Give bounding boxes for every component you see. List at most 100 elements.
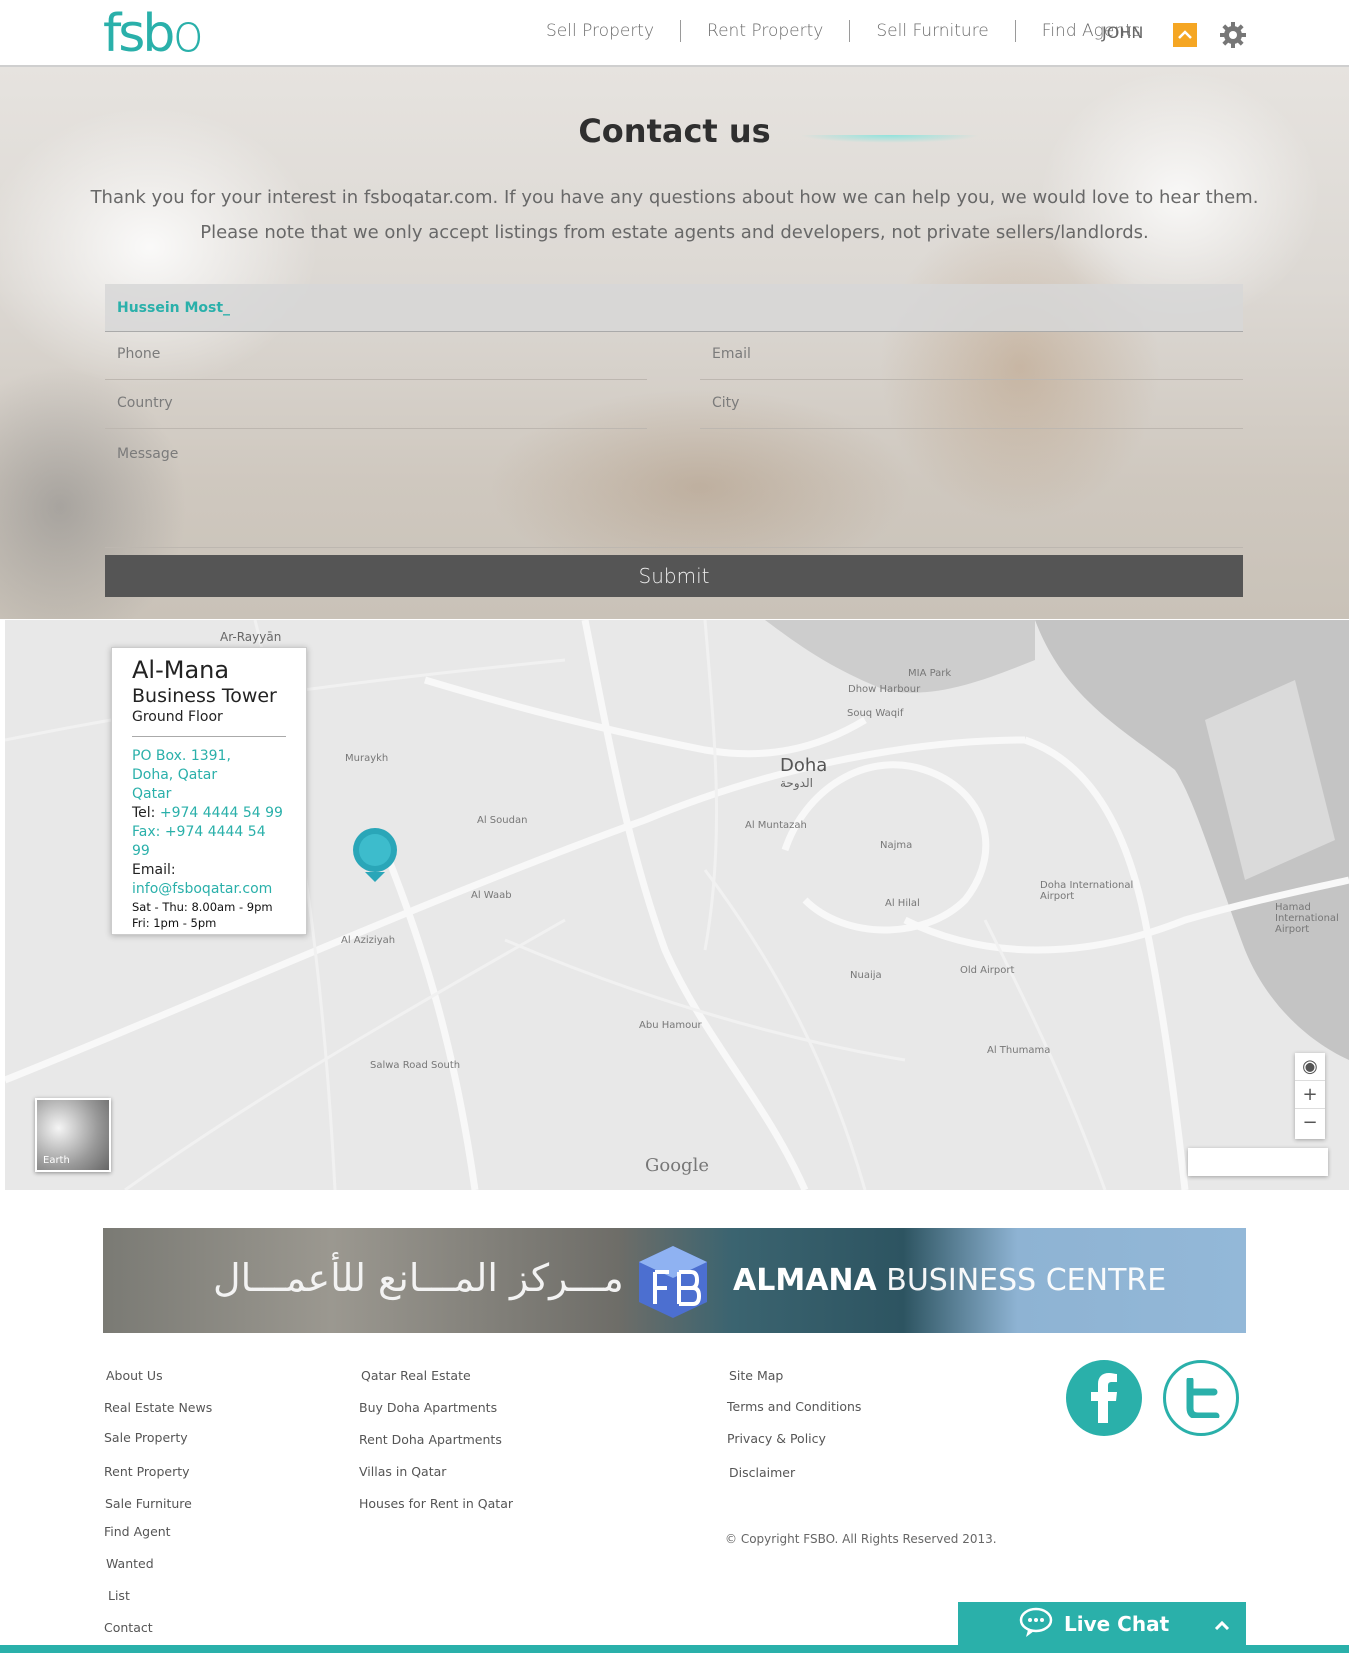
banner-en-light: BUSINESS — [876, 1263, 1046, 1298]
office-address-1: PO Box. 1391, — [132, 748, 231, 764]
fax-label: Fax: — [132, 824, 161, 840]
site-logo[interactable]: fsbo — [103, 4, 204, 64]
footer-link-real-estate-news[interactable]: Real Estate News — [104, 1400, 212, 1415]
office-tel[interactable]: +974 4444 54 99 — [160, 805, 283, 821]
intro-line-2: Please note that we only accept listings… — [200, 222, 1149, 243]
chat-bubble-icon — [1018, 1606, 1054, 1642]
map-label-abu-hamour: Abu Hamour — [639, 1020, 702, 1031]
map-label-dhow: Dhow Harbour — [848, 684, 921, 695]
map-label-hamad: Hamad International Airport — [1275, 902, 1339, 935]
banner-arabic-text: مـــركز المـــانع للأعمـــال — [213, 1256, 624, 1300]
map-label-old-airport: Old Airport — [960, 965, 1015, 976]
intro-text: Thank you for your interest in fsboqatar… — [60, 180, 1289, 250]
footer-link-about-us[interactable]: About Us — [106, 1368, 163, 1383]
map-label-doha: Doha — [780, 755, 828, 776]
office-email[interactable]: info@fsboqatar.com — [132, 880, 286, 899]
map-label-al-muntazah: Al Muntazah — [745, 820, 807, 831]
copyright-text: © Copyright FSBO. All Rights Reserved 20… — [725, 1532, 997, 1546]
map-label-ar-rayyan: Ar-Rayyān — [220, 630, 282, 644]
nav-rent-property[interactable]: Rent Property — [681, 20, 851, 42]
banner-en-centre: CENTRE — [1045, 1263, 1167, 1298]
footer-link-villas-in-qatar[interactable]: Villas in Qatar — [359, 1464, 446, 1479]
gear-icon[interactable] — [1219, 21, 1247, 49]
map-label-salwa: Salwa Road South — [370, 1060, 461, 1071]
map-label-al-hilal: Al Hilal — [885, 898, 920, 909]
site-header: fsbo Sell Property Rent Property Sell Fu… — [0, 0, 1349, 67]
country-field[interactable]: Country — [105, 381, 647, 429]
email-label: Email: — [132, 862, 176, 878]
map-label-al-waab: Al Waab — [471, 890, 512, 901]
footer-link-list[interactable]: List — [108, 1588, 130, 1603]
contact-hero: Contact us Thank you for your interest i… — [0, 67, 1349, 619]
city-field[interactable]: City — [700, 381, 1243, 429]
page-title: Contact us — [578, 112, 771, 150]
office-hours-friday: Fri: 1pm - 5pm — [132, 916, 217, 930]
tel-label: Tel: — [132, 805, 156, 821]
map-label-nuaija: Nuaija — [850, 970, 882, 981]
map-label-al-aziziyah: Al Aziziyah — [341, 935, 396, 946]
map-type-controls[interactable] — [1188, 1148, 1328, 1176]
office-info-card: Al-Mana Business Tower Ground Floor PO B… — [111, 647, 307, 935]
nav-sell-furniture[interactable]: Sell Furniture — [850, 20, 1016, 42]
map-label-al-soudan: Al Soudan — [477, 815, 528, 826]
logo-o: o — [172, 4, 204, 64]
earth-view-toggle[interactable]: Earth — [35, 1098, 111, 1172]
office-floor: Ground Floor — [132, 708, 286, 737]
almana-banner[interactable]: مـــركز المـــانع للأعمـــال ALMANA BUSI… — [103, 1228, 1246, 1333]
map-label-najma: Najma — [880, 840, 913, 851]
nav-find-agents[interactable]: Find Agents — [1016, 20, 1167, 42]
locate-icon[interactable]: ◉ — [1295, 1053, 1325, 1081]
zoom-out-button[interactable]: − — [1295, 1109, 1325, 1137]
google-logo: Google — [645, 1155, 709, 1176]
footer-link-disclaimer[interactable]: Disclaimer — [729, 1465, 795, 1480]
footer-link-sale-furniture[interactable]: Sale Furniture — [105, 1496, 192, 1511]
phone-field[interactable]: Phone — [105, 332, 647, 380]
location-map[interactable]: Ar-Rayyān Doha الدوحة Souq Waqif Dhow Ha… — [5, 620, 1349, 1190]
submit-button[interactable]: Submit — [105, 555, 1243, 597]
message-field[interactable]: Message — [105, 432, 1243, 548]
footer-link-site-map[interactable]: Site Map — [729, 1368, 783, 1383]
footer-link-houses-for-rent[interactable]: Houses for Rent in Qatar — [359, 1496, 513, 1511]
earth-label: Earth — [43, 1155, 70, 1166]
footer-link-rent-property[interactable]: Rent Property — [104, 1464, 190, 1479]
live-chat-widget[interactable]: Live Chat — [958, 1602, 1246, 1646]
map-label-murraykh: Muraykh — [345, 753, 389, 764]
banner-english-text: ALMANA BUSINESS CENTRE — [733, 1263, 1166, 1298]
map-label-doha-ar: الدوحة — [780, 776, 813, 790]
office-address-3: Qatar — [132, 786, 172, 802]
map-label-souq: Souq Waqif — [847, 708, 904, 719]
footer-link-qatar-real-estate[interactable]: Qatar Real Estate — [361, 1368, 471, 1383]
footer-link-rent-doha-apartments[interactable]: Rent Doha Apartments — [359, 1432, 502, 1447]
footer-link-find-agent[interactable]: Find Agent — [104, 1524, 171, 1539]
office-hours-weekday: Sat - Thu: 8.00am - 9pm — [132, 900, 273, 914]
office-address-2: Doha, Qatar — [132, 767, 218, 783]
map-zoom-controls: ◉ + − — [1295, 1053, 1325, 1139]
almana-logo-icon — [633, 1242, 713, 1326]
banner-en-bold: ALMANA — [733, 1263, 877, 1298]
twitter-icon[interactable] — [1163, 1360, 1239, 1436]
footer-link-contact[interactable]: Contact — [104, 1620, 153, 1635]
live-chat-label: Live Chat — [1064, 1612, 1170, 1636]
nav-user-name[interactable]: JOHN — [1102, 23, 1143, 42]
name-field[interactable]: Hussein Most_ — [105, 284, 1243, 332]
footer-link-sale-property[interactable]: Sale Property — [104, 1430, 188, 1445]
office-subtitle: Business Tower — [132, 685, 277, 707]
map-label-al-thumama: Al Thumama — [987, 1045, 1051, 1056]
email-field[interactable]: Email — [700, 332, 1243, 380]
footer-bottom-bar — [0, 1645, 1349, 1653]
nav-sell-property[interactable]: Sell Property — [520, 20, 682, 42]
footer-link-buy-doha-apartments[interactable]: Buy Doha Apartments — [359, 1400, 497, 1415]
zoom-in-button[interactable]: + — [1295, 1081, 1325, 1109]
intro-line-1: Thank you for your interest in fsboqatar… — [90, 187, 1259, 208]
logo-text: fsb — [103, 4, 175, 64]
footer-link-privacy[interactable]: Privacy & Policy — [727, 1431, 826, 1446]
chevron-up-icon[interactable] — [1214, 1615, 1230, 1634]
footer-link-terms[interactable]: Terms and Conditions — [727, 1399, 861, 1414]
map-label-airport: Doha International Airport — [1040, 880, 1134, 902]
map-label-mia: MIA Park — [908, 668, 952, 679]
footer-link-wanted[interactable]: Wanted — [106, 1556, 154, 1571]
office-title: Al-Mana — [132, 656, 230, 684]
facebook-icon[interactable] — [1066, 1360, 1142, 1436]
chevron-up-icon[interactable] — [1173, 23, 1197, 47]
main-nav: Sell Property Rent Property Sell Furnitu… — [520, 20, 1167, 42]
